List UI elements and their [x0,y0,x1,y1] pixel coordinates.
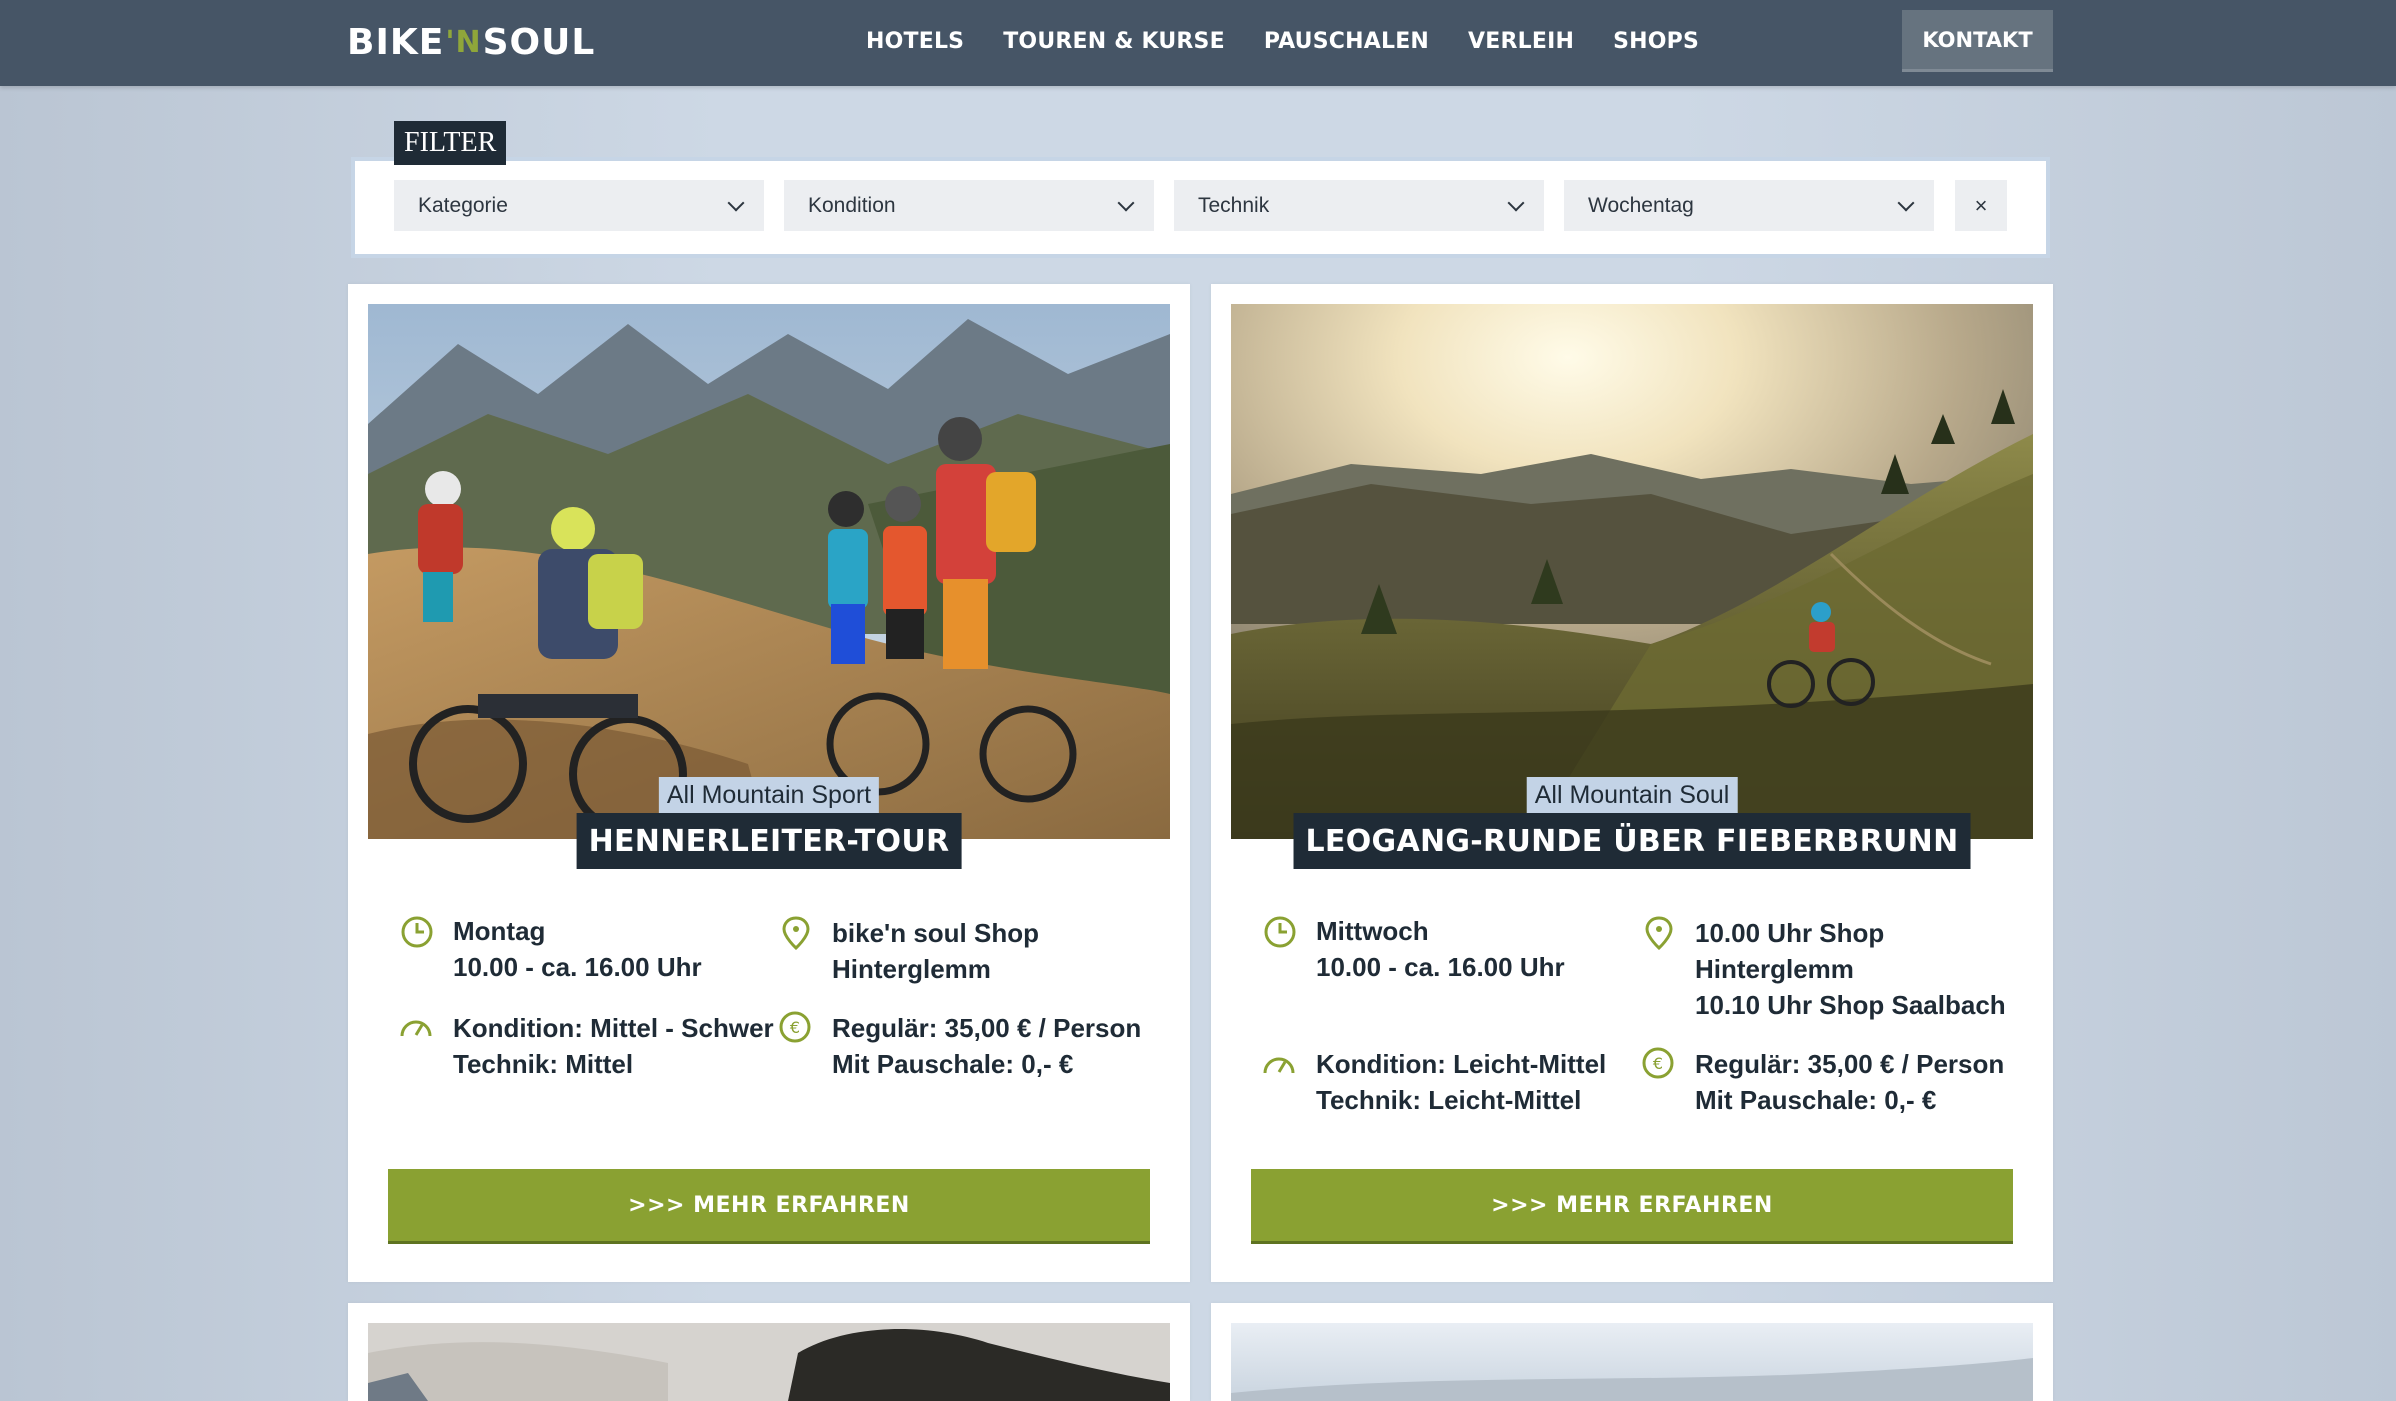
tour-difficulty-1: Kondition: Mittel - Schwer Technik: Mitt… [453,1010,774,1082]
tour-time-1: 10.00 - ca. 16.00 Uhr [453,952,702,982]
tour-schedule-1: Montag 10.00 - ca. 16.00 Uhr [453,913,702,985]
tour-image-1 [368,304,1170,839]
weekday-select-label: Wochentag [1588,193,1694,217]
tour-location-2-line-1: 10.00 Uhr Shop [1695,918,1885,948]
tour-category-2: All Mountain Soul [1526,777,1738,813]
tour-title-1[interactable]: HENNERLEITER-TOUR [576,813,962,869]
tour-image-2 [1231,304,2033,839]
logo-text-soul: SOUL [482,21,596,63]
tour-price-regular-1: Regulär: 35,00 € / Person [832,1013,1142,1043]
main-menu: HOTELS TOUREN & KURSE PAUSCHALEN VERLEIH… [866,0,1738,82]
tour-day-1: Montag [453,916,546,946]
technique-select-label: Technik [1198,193,1270,217]
tour-category-1: All Mountain Sport [658,777,880,813]
tour-day-2: Mittwoch [1316,916,1429,946]
tour-location-2: 10.00 Uhr Shop Hinterglemm 10.10 Uhr Sho… [1695,915,2006,1023]
logo-text-bike: BIKE [347,21,445,63]
map-pin-icon [1645,916,1673,951]
technique-select[interactable]: Technik [1174,180,1544,231]
svg-text:€: € [1653,1054,1663,1073]
map-pin-icon [782,916,810,951]
tour-location-1: bike'n soul Shop Hinterglemm [832,915,1039,987]
speedometer-icon [400,1020,432,1037]
tour-location-1-line-2: Hinterglemm [832,954,991,984]
category-select-label: Kategorie [418,193,508,217]
tour-image-4 [1231,1323,2033,1401]
chevron-down-icon [727,194,745,212]
top-navigation: BIKE 'N SOUL HOTELS TOUREN & KURSE PAUSCHA… [0,0,2396,86]
chevron-down-icon [1897,194,1915,212]
nav-item-shops[interactable]: SHOPS [1613,29,1699,54]
logo-text-apos: 'N [445,24,482,60]
clock-icon [401,916,433,948]
site-logo[interactable]: BIKE 'N SOUL [347,21,596,63]
tour-location-1-line-1: bike'n soul Shop [832,918,1039,948]
euro-icon: € [1642,1047,1674,1079]
fitness-select[interactable]: Kondition [784,180,1154,231]
fitness-select-label: Kondition [808,193,896,217]
tour-fitness-1: Kondition: Mittel - Schwer [453,1013,774,1043]
tour-time-2: 10.00 - ca. 16.00 Uhr [1316,952,1565,982]
contact-button[interactable]: KONTAKT [1902,10,2053,72]
tour-price-2: Regulär: 35,00 € / Person Mit Pauschale:… [1695,1046,2004,1118]
tour-price-package-2: Mit Pauschale: 0,- € [1695,1085,1937,1115]
tour-price-regular-2: Regulär: 35,00 € / Person [1695,1049,2005,1079]
tour-price-1: Regulär: 35,00 € / Person Mit Pauschale:… [832,1010,1141,1082]
tour-schedule-2: Mittwoch 10.00 - ca. 16.00 Uhr [1316,913,1565,985]
tour-image-3 [368,1323,1170,1401]
clear-filter-button[interactable]: × [1955,180,2007,231]
nav-item-pauschalen[interactable]: PAUSCHALEN [1264,29,1429,54]
tour-location-2-line-2: Hinterglemm [1695,954,1854,984]
tour-technique-1: Technik: Mittel [453,1049,634,1079]
weekday-select[interactable]: Wochentag [1564,180,1934,231]
tour-price-package-1: Mit Pauschale: 0,- € [832,1049,1074,1079]
tour-difficulty-2: Kondition: Leicht-Mittel Technik: Leicht… [1316,1046,1606,1118]
tour-technique-2: Technik: Leicht-Mittel [1316,1085,1582,1115]
tour-fitness-2: Kondition: Leicht-Mittel [1316,1049,1607,1079]
tour-location-2-line-3: 10.10 Uhr Shop Saalbach [1695,990,2006,1020]
speedometer-icon [1263,1057,1295,1074]
chevron-down-icon [1117,194,1135,212]
nav-item-touren-kurse[interactable]: TOUREN & KURSE [1003,29,1225,54]
nav-item-hotels[interactable]: HOTELS [866,29,964,54]
close-icon: × [1974,192,1988,218]
filter-label: FILTER [394,121,507,165]
more-info-button-2[interactable]: >>> MEHR ERFAHREN [1251,1169,2013,1244]
nav-item-verleih[interactable]: VERLEIH [1468,29,1574,54]
clock-icon [1264,916,1296,948]
tour-title-2[interactable]: LEOGANG-RUNDE ÜBER FIEBERBRUNN [1293,813,1971,869]
svg-text:€: € [790,1018,800,1037]
chevron-down-icon [1507,194,1525,212]
more-info-button-1[interactable]: >>> MEHR ERFAHREN [388,1169,1150,1244]
category-select[interactable]: Kategorie [394,180,764,231]
euro-icon: € [779,1011,811,1043]
